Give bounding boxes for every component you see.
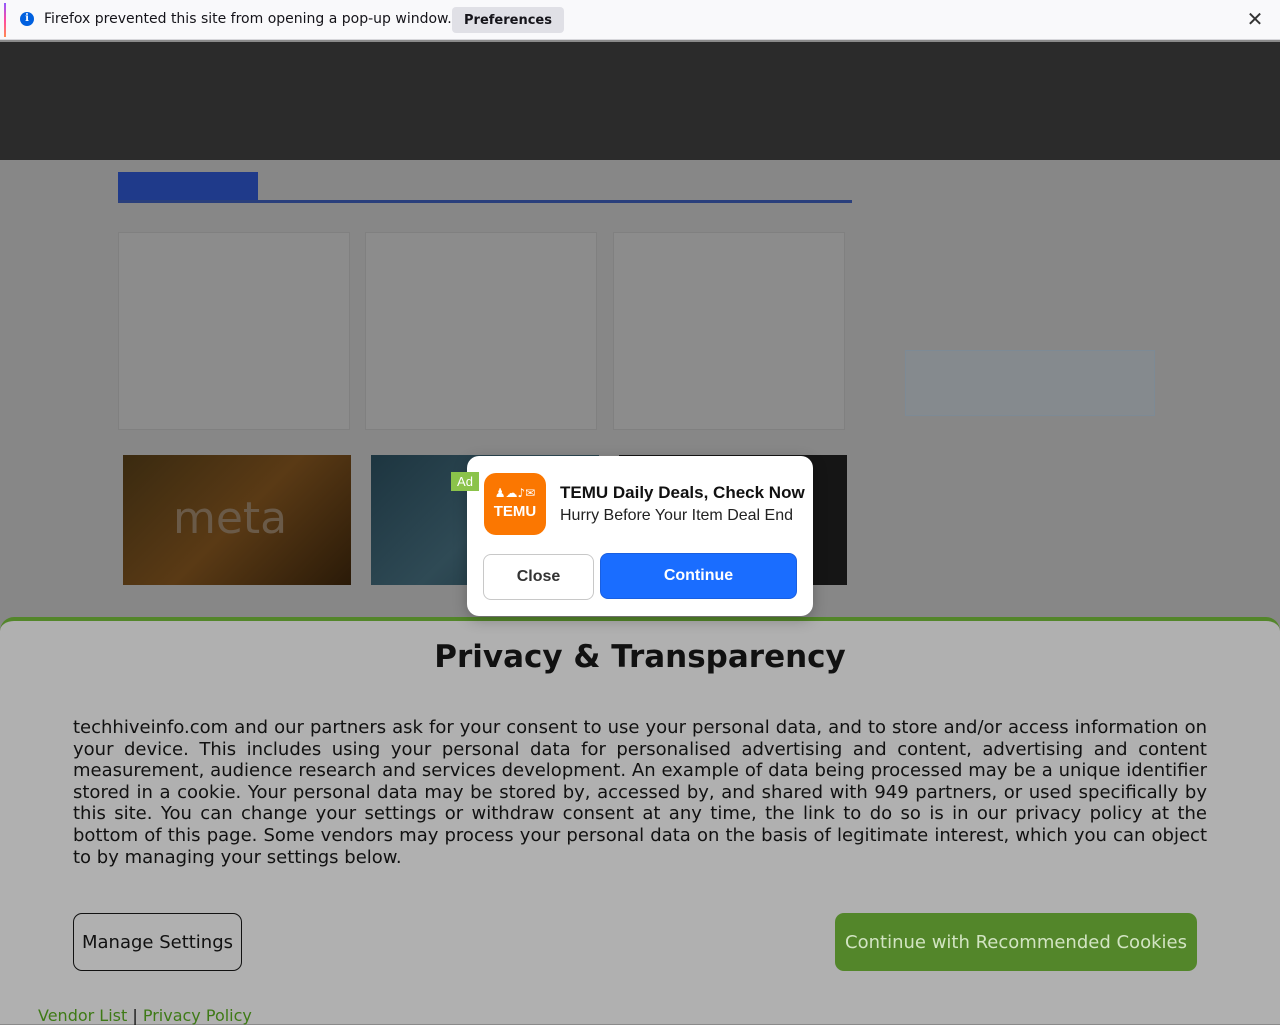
manage-settings-button[interactable]: Manage Settings bbox=[73, 913, 242, 971]
temu-logo-text: TEMU bbox=[493, 503, 537, 520]
ad-popup: ♟☁♪✉ TEMU TEMU Daily Deals, Check Now Hu… bbox=[467, 456, 813, 616]
consent-footer-links: Vendor List | Privacy Policy bbox=[38, 1006, 252, 1025]
accept-recommended-cookies-button[interactable]: Continue with Recommended Cookies bbox=[835, 913, 1197, 971]
ad-subtitle: Hurry Before Your Item Deal End bbox=[560, 507, 794, 524]
preferences-button[interactable]: Preferences bbox=[452, 7, 564, 33]
thumbnail-logo-text: meta bbox=[173, 493, 288, 544]
link-separator: | bbox=[132, 1006, 138, 1025]
popup-blocked-notification-bar: i Firefox prevented this site from openi… bbox=[0, 0, 1280, 40]
ad-close-button[interactable]: Close bbox=[483, 554, 594, 600]
consent-body-text: techhiveinfo.com and our partners ask fo… bbox=[73, 717, 1207, 868]
site-header bbox=[0, 42, 1280, 160]
article-card bbox=[365, 232, 597, 430]
temu-logo-icon: ♟☁♪✉ TEMU bbox=[484, 473, 546, 535]
section-tab-underline bbox=[118, 200, 852, 203]
consent-banner: Privacy & Transparency techhiveinfo.com … bbox=[0, 617, 1280, 1025]
notification-accent-stripe bbox=[4, 3, 6, 37]
ad-badge: Ad bbox=[451, 472, 479, 491]
info-icon: i bbox=[20, 12, 34, 26]
article-thumbnail: meta bbox=[123, 455, 351, 585]
notification-message: Firefox prevented this site from opening… bbox=[44, 11, 452, 27]
article-card bbox=[613, 232, 845, 430]
privacy-policy-link[interactable]: Privacy Policy bbox=[143, 1006, 252, 1025]
ad-continue-button[interactable]: Continue bbox=[600, 553, 797, 599]
consent-title: Privacy & Transparency bbox=[434, 639, 846, 675]
header-blurred-text bbox=[86, 62, 836, 81]
ad-title: TEMU Daily Deals, Check Now bbox=[560, 483, 805, 502]
close-icon[interactable]: ✕ bbox=[1244, 8, 1266, 30]
sidebar-widget bbox=[905, 350, 1155, 416]
section-tab bbox=[118, 172, 258, 202]
header-blurred-nav bbox=[930, 94, 935, 109]
article-card bbox=[118, 232, 350, 430]
temu-logo-glyphs: ♟☁♪✉ bbox=[494, 486, 536, 500]
vendor-list-link[interactable]: Vendor List bbox=[38, 1006, 127, 1025]
